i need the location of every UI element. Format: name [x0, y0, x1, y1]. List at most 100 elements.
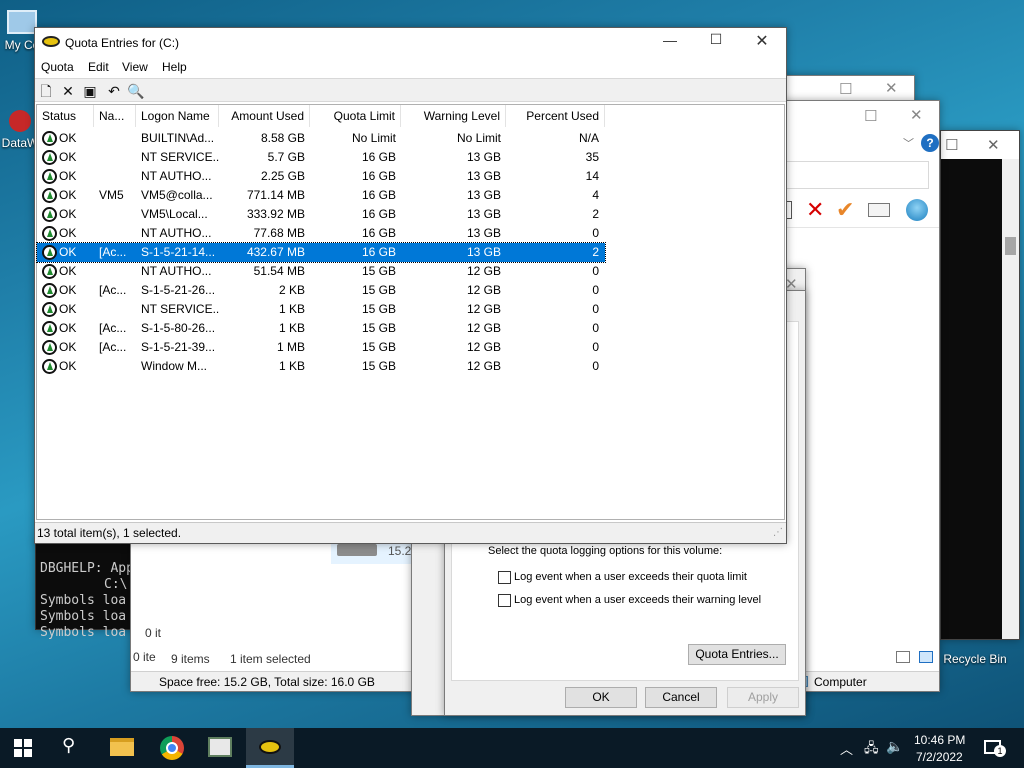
table-row[interactable]: OK [Ac... S-1-5-80-26... 1 KB 15 GB 12 GB 0 [37, 319, 605, 338]
cell-amount-used: 1 KB [278, 359, 305, 373]
column-header-percent-used[interactable]: Percent Used [506, 105, 605, 127]
maximize-icon[interactable]: ☐ [864, 107, 877, 125]
menu-quota[interactable]: Quota [41, 60, 74, 74]
scrollbar[interactable] [1002, 159, 1019, 639]
cell-name: [Ac... [99, 321, 127, 335]
volume-icon[interactable]: 🔈 [886, 738, 903, 755]
clock-time[interactable]: 10:46 PM [914, 733, 965, 747]
delete-icon[interactable]: ✕ [806, 197, 824, 223]
cell-quota-limit: 15 GB [361, 321, 396, 335]
quota-list[interactable]: Status Na... Logon Name Amount Used Quot… [36, 104, 785, 520]
taskbar-quota-app-active[interactable] [246, 728, 294, 768]
cell-name [99, 300, 135, 319]
cancel-button[interactable]: Cancel [645, 687, 717, 708]
cell-quota-limit: 16 GB [361, 150, 396, 164]
column-header-name[interactable]: Na... [94, 105, 136, 127]
cell-quota-limit: 16 GB [361, 169, 396, 183]
status-selected-count: 1 item selected [230, 652, 311, 666]
search-box[interactable] [786, 161, 929, 189]
ok-button[interactable]: OK [565, 687, 637, 708]
details-view-icon[interactable] [896, 651, 910, 663]
maximize-icon[interactable]: ☐ [693, 31, 739, 48]
dark-window[interactable]: ☐ ✕ [940, 130, 1020, 640]
column-header-warning-level[interactable]: Warning Level [401, 105, 506, 127]
menu-view[interactable]: View [122, 60, 148, 74]
cell-status: OK [59, 150, 77, 164]
start-windows-icon[interactable] [14, 739, 32, 757]
table-row[interactable]: OK VM5 VM5@colla... 771.14 MB 16 GB 13 GB 4 [37, 186, 605, 205]
shell-icon[interactable] [906, 199, 928, 221]
cell-logon-name: VM5@colla... [141, 188, 213, 202]
search-icon[interactable]: ⚲ [62, 735, 86, 759]
chrome-icon[interactable] [160, 736, 184, 760]
file-explorer-icon[interactable] [110, 738, 134, 756]
quota-entries-button[interactable]: Quota Entries... [688, 644, 786, 665]
search-icon[interactable]: 🔍 [127, 82, 145, 100]
cell-amount-used: 1 KB [278, 321, 305, 335]
table-row[interactable]: OK BUILTIN\Ad... 8.58 GB No Limit No Limit N/… [37, 129, 605, 148]
app-icon [9, 110, 31, 132]
large-icons-view-icon[interactable] [919, 651, 933, 663]
close-icon[interactable]: ✕ [910, 106, 923, 124]
cell-logon-name: NT SERVICE... [141, 302, 219, 316]
column-header-status[interactable]: Status [37, 105, 94, 127]
close-icon[interactable]: ✕ [739, 31, 785, 51]
column-header-quota-limit[interactable]: Quota Limit [310, 105, 401, 127]
cell-warning-level: 12 GB [466, 264, 501, 278]
close-icon[interactable]: ✕ [987, 136, 1000, 154]
status-ok-icon [42, 264, 57, 279]
server-manager-icon[interactable] [208, 737, 232, 757]
space-status: Space free: 15.2 GB, Total size: 16.0 GB [159, 675, 375, 689]
delete-icon[interactable]: ✕ [59, 82, 77, 100]
rename-icon[interactable] [868, 203, 890, 217]
menu-help[interactable]: Help [162, 60, 187, 74]
desktop-icon-label: Recycle Bin [943, 652, 1007, 666]
undo-icon[interactable]: ↶ [105, 82, 123, 100]
table-row[interactable]: OK [Ac... S-1-5-21-39... 1 MB 15 GB 12 GB 0 [37, 338, 605, 357]
cell-status: OK [59, 359, 77, 373]
notification-center-icon[interactable]: 1 [984, 740, 1006, 757]
properties-icon[interactable]: ▣ [81, 82, 99, 100]
table-row[interactable]: OK [Ac... S-1-5-21-26... 2 KB 15 GB 12 GB 0 [37, 281, 605, 300]
maximize-icon[interactable]: ☐ [839, 80, 852, 98]
close-icon[interactable]: ✕ [885, 79, 898, 97]
log-quota-limit-checkbox[interactable] [498, 571, 511, 584]
column-header-logon-name[interactable]: Logon Name [136, 105, 219, 127]
quota-entries-window[interactable]: Quota Entries for (C:) — ☐ ✕ Quota Edit … [34, 27, 787, 544]
maximize-icon[interactable]: ☐ [945, 136, 958, 154]
table-row[interactable]: OK VM5\Local... 333.92 MB 16 GB 13 GB 2 [37, 205, 605, 224]
chevron-up-icon[interactable]: ︿ [840, 739, 853, 758]
column-header-amount-used[interactable]: Amount Used [219, 105, 310, 127]
title-bar[interactable]: Quota Entries for (C:) — ☐ ✕ [35, 28, 786, 57]
chevron-down-icon[interactable]: ﹀ [903, 135, 914, 151]
desktop-icon-recycle-bin[interactable]: Recycle Bin [940, 652, 1010, 666]
cell-amount-used: 771.14 MB [246, 188, 305, 202]
log-warning-level-label: Log event when a user exceeds their warn… [514, 594, 762, 606]
minimize-icon[interactable]: — [647, 32, 693, 48]
status-ok-icon [42, 188, 57, 203]
table-row[interactable]: OK NT AUTHO... 51.54 MB 15 GB 12 GB 0 [37, 262, 605, 281]
table-row[interactable]: OK NT SERVICE... 5.7 GB 16 GB 13 GB 35 [37, 148, 605, 167]
table-row[interactable]: OK [Ac... S-1-5-21-14... 432.67 MB 16 GB 13 G… [36, 242, 606, 263]
clock-date[interactable]: 7/2/2022 [916, 750, 963, 764]
resize-grip-icon[interactable]: ⋰ [773, 527, 783, 538]
scrollbar-thumb[interactable] [1005, 237, 1016, 255]
status-ok-icon [42, 321, 57, 336]
zone-label: Computer [814, 675, 867, 689]
table-row[interactable]: OK NT AUTHO... 77.68 MB 16 GB 13 GB 0 [37, 224, 605, 243]
log-warning-level-checkbox[interactable] [498, 594, 511, 607]
toolbar: 🗋 ✕ ▣ ↶ 🔍 [35, 78, 786, 102]
cell-warning-level: 12 GB [466, 359, 501, 373]
menu-bar: Quota Edit View Help [35, 57, 786, 77]
cell-name: VM5 [99, 188, 124, 202]
table-row[interactable]: OK Window M... 1 KB 15 GB 12 GB 0 [37, 357, 605, 376]
cell-quota-limit: 16 GB [361, 188, 396, 202]
menu-edit[interactable]: Edit [88, 60, 109, 74]
table-row[interactable]: OK NT AUTHO... 2.25 GB 16 GB 13 GB 14 [37, 167, 605, 186]
table-row[interactable]: OK NT SERVICE... 1 KB 15 GB 12 GB 0 [37, 300, 605, 319]
new-entry-icon[interactable]: 🗋 [37, 82, 55, 100]
checkmark-icon[interactable]: ✔ [836, 197, 854, 223]
help-icon[interactable]: ? [921, 134, 939, 152]
apply-button[interactable]: Apply [727, 687, 799, 708]
network-icon[interactable]: 🖧 [864, 739, 879, 761]
